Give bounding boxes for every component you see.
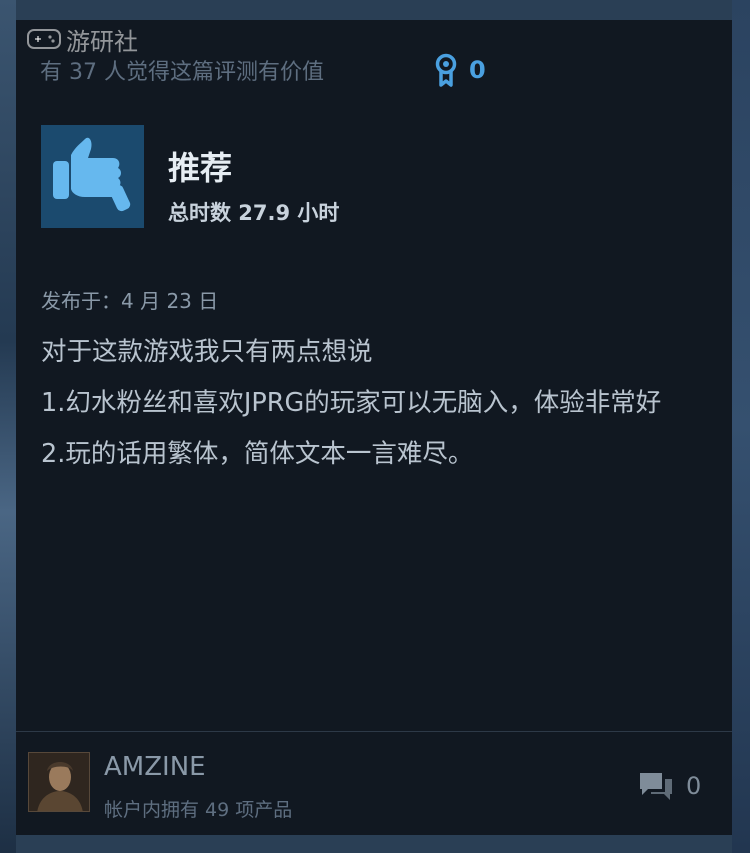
review-line: 1.幻水粉丝和喜欢JPRG的玩家可以无脑入，体验非常好: [41, 388, 662, 418]
helpful-count-text: 有 37 人觉得这篇评测有价值: [40, 60, 324, 85]
author-avatar[interactable]: [28, 752, 90, 812]
award-button[interactable]: 0: [433, 52, 486, 88]
thumbs-up-icon: [53, 137, 131, 212]
recommendation-thumb: [41, 125, 144, 228]
award-count: 0: [469, 56, 486, 84]
background-left-edge: [0, 0, 16, 853]
avatar-portrait: [29, 753, 89, 811]
posted-date: 发布于：4 月 23 日: [41, 289, 219, 313]
author-products-count: 帐户内拥有 49 项产品: [104, 799, 293, 821]
comments-button[interactable]: 0: [636, 768, 701, 804]
card-divider: [16, 731, 732, 732]
gamepad-icon: [27, 29, 61, 49]
award-ribbon-icon: [435, 53, 457, 87]
comments-icon: [640, 773, 672, 800]
watermark: 游研社: [26, 22, 138, 56]
review-line: 对于这款游戏我只有两点想说: [41, 337, 373, 367]
author-name-link[interactable]: AMZINE: [104, 752, 206, 782]
review-line: 2.玩的话用繁体，简体文本一言难尽。: [41, 439, 474, 469]
background-right-edge: [732, 0, 750, 853]
comment-count: 0: [686, 772, 702, 800]
review-body: 对于这款游戏我只有两点想说 1.幻水粉丝和喜欢JPRG的玩家可以无脑入，体验非常…: [41, 327, 711, 480]
playtime-hours: 总时数 27.9 小时: [168, 201, 340, 225]
recommendation-label: 推荐: [168, 149, 233, 187]
